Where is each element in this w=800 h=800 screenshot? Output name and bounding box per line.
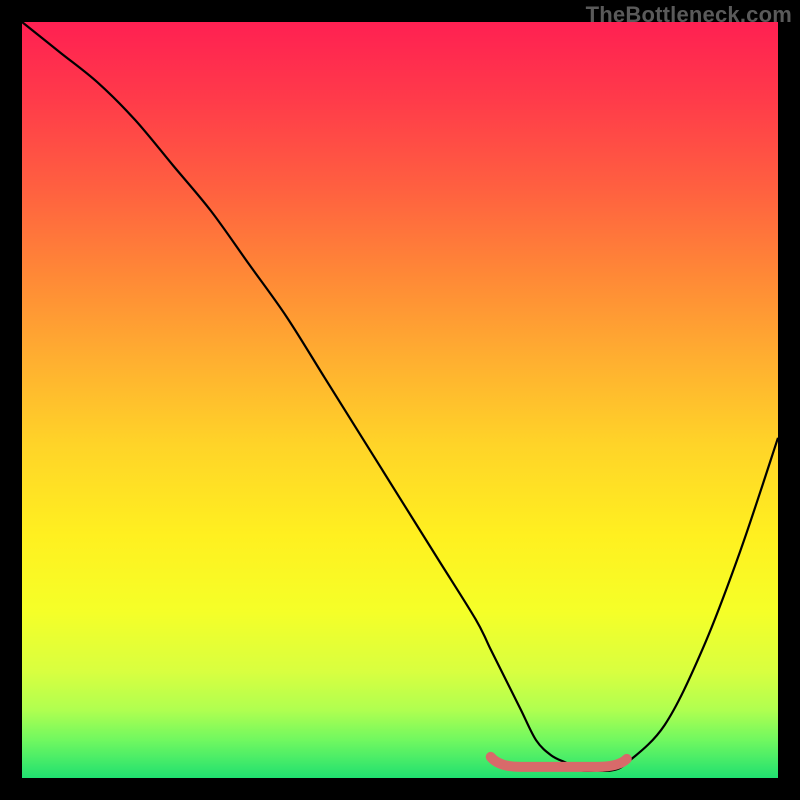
bottleneck-curve	[22, 22, 778, 771]
chart-svg	[22, 22, 778, 778]
